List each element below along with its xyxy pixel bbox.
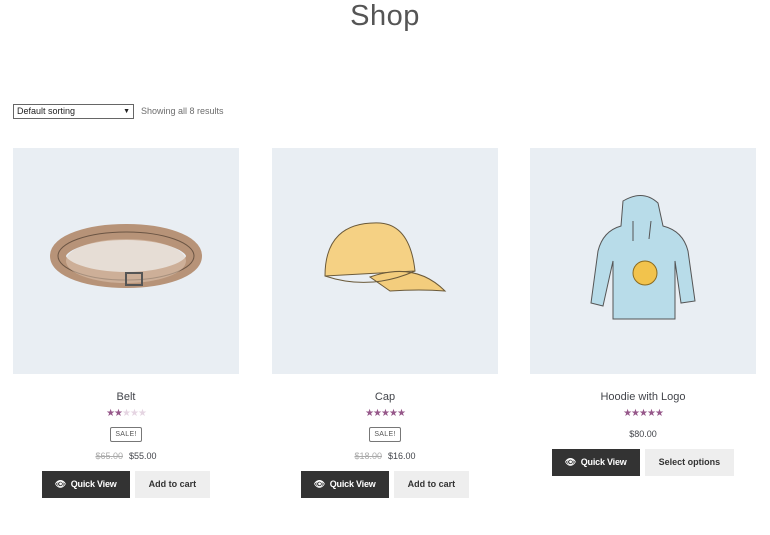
sale-badge: SALE! [369,427,401,442]
select-options-button[interactable]: Select options [644,449,735,476]
quick-view-button[interactable]: 👁 Quick View [300,471,389,498]
price: $18.00 $16.00 [272,451,498,461]
quick-view-button[interactable]: 👁 Quick View [41,471,130,498]
belt-image [50,224,202,288]
cap-image [324,222,447,292]
product-name[interactable]: Hoodie with Logo [530,391,756,403]
quick-view-button[interactable]: 👁 Quick View [551,449,640,476]
sorting-value: Default sorting [17,106,76,116]
product-name[interactable]: Belt [13,391,239,403]
old-price: $18.00 [354,451,382,461]
eye-icon: 👁 [54,479,69,489]
product-image[interactable] [272,148,498,374]
add-to-cart-button[interactable]: Add to cart [134,471,211,498]
product-card: Cap ★★★★★ SALE! $18.00 $16.00 👁 Quick Vie… [272,148,498,498]
old-price: $65.00 [95,451,123,461]
sorting-select[interactable]: Default sorting ▼ [13,104,134,119]
product-card: Hoodie with Logo ★★★★★ $80.00 👁 Quick Vi… [530,148,756,476]
add-to-cart-button[interactable]: Add to cart [393,471,470,498]
star-rating: ★★★★★ [365,408,406,419]
product-price: $80.00 [629,429,657,439]
price: $80.00 [530,429,756,439]
eye-icon: 👁 [564,457,579,467]
product-image[interactable] [13,148,239,374]
hoodie-image [590,195,696,320]
sale-price: $16.00 [388,451,416,461]
star-rating: ★★★★★ [623,408,664,419]
product-image[interactable] [530,148,756,374]
star-rating: ★★★★★ [106,408,147,419]
price: $65.00 $55.00 [13,451,239,461]
eye-icon: 👁 [313,479,328,489]
product-card: Belt ★★★★★ SALE! $65.00 $55.00 👁 Quick Vi… [13,148,239,498]
result-count: Showing all 8 results [141,106,224,116]
sale-price: $55.00 [129,451,157,461]
page-title: Shop [350,0,420,32]
product-name[interactable]: Cap [272,391,498,403]
dropdown-arrow-icon: ▼ [123,108,130,115]
sale-badge: SALE! [110,427,142,442]
